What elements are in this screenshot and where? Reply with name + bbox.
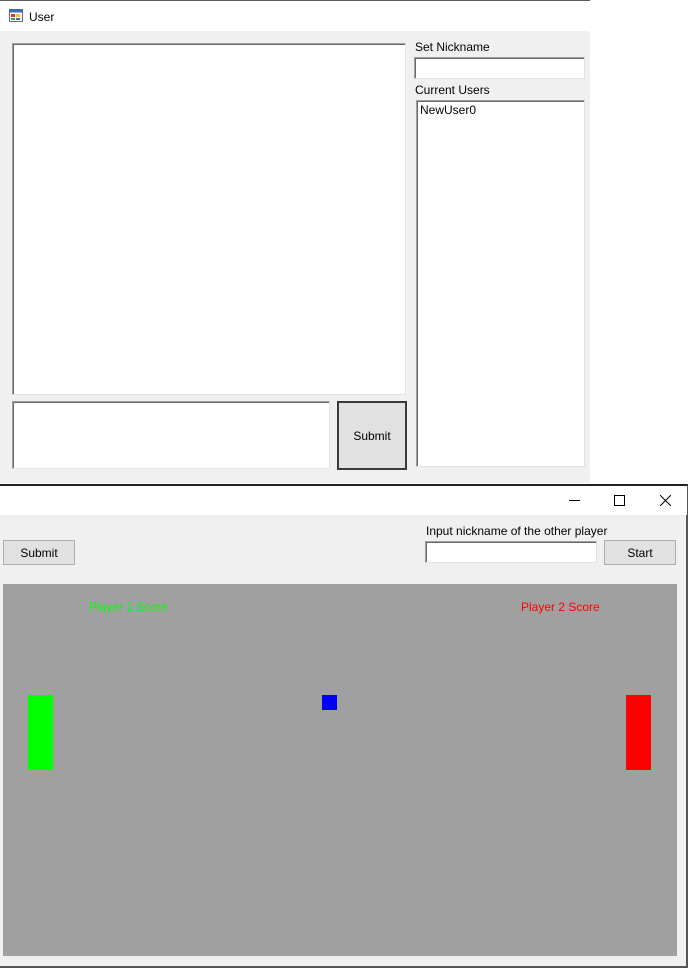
maximize-button[interactable] (596, 486, 642, 515)
window-title: User (29, 10, 55, 24)
user-window: User Submit Set Nickname Current Users N… (0, 0, 590, 483)
player2-paddle (626, 695, 651, 770)
player1-score-label: Player 1 Score (89, 600, 168, 614)
game-field[interactable]: Player 1 Score Player 2 Score (3, 584, 677, 956)
ball (322, 695, 337, 710)
user-window-titlebar[interactable]: User (0, 0, 590, 31)
player2-score-label: Player 2 Score (521, 600, 600, 614)
game-window-titlebar[interactable] (0, 484, 688, 515)
minimize-icon (568, 500, 580, 501)
other-player-label: Input nickname of the other player (426, 524, 608, 538)
minimize-button[interactable] (551, 486, 597, 515)
close-icon (659, 495, 671, 506)
start-button[interactable]: Start (604, 540, 676, 565)
player1-paddle (28, 695, 53, 770)
message-input[interactable] (12, 401, 330, 469)
submit-nickname-button[interactable]: Submit (3, 540, 75, 565)
submit-message-button[interactable]: Submit (337, 401, 407, 470)
current-users-label: Current Users (415, 83, 490, 97)
maximize-icon (613, 495, 625, 506)
current-users-list[interactable]: NewUser0 (416, 100, 585, 467)
other-player-input[interactable] (425, 541, 597, 563)
list-item[interactable]: NewUser0 (420, 103, 476, 117)
nickname-label: Set Nickname (415, 40, 490, 54)
nickname-input[interactable] (414, 57, 585, 79)
chat-log[interactable] (12, 43, 406, 395)
close-button[interactable] (642, 486, 688, 515)
game-window: Submit Input nickname of the other playe… (0, 484, 688, 968)
app-icon (9, 9, 23, 22)
